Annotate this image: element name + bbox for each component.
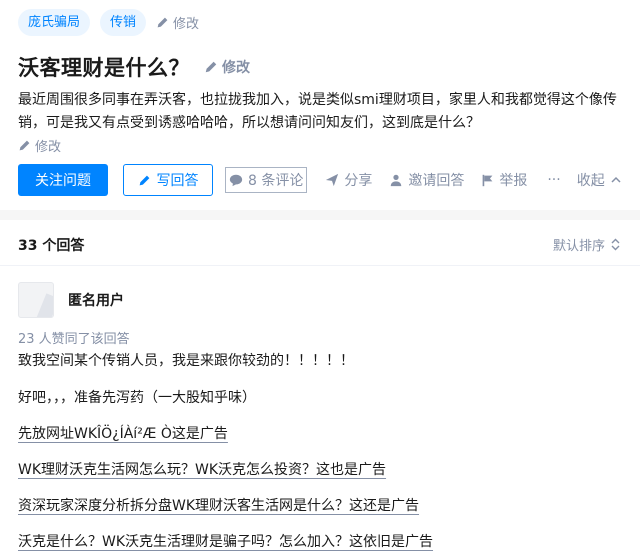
share-icon <box>326 173 339 187</box>
answers-header: 33 个回答 默认排序 <box>0 220 640 266</box>
person-plus-icon <box>391 174 402 187</box>
answer-link-line[interactable]: 先放网址WKÎÖ¿ÍÀí²Æ Ò这是广告 <box>18 423 228 443</box>
question-card: 庞氏骗局 传销 修改 沃客理财是什么？ 修改 最近周围很多同事在弄沃客，也拉拢我… <box>0 0 640 210</box>
comment-icon <box>229 174 243 187</box>
share-button[interactable]: 分享 <box>325 170 372 190</box>
edit-title-button[interactable]: 修改 <box>204 57 250 77</box>
edit-detail-label: 修改 <box>35 140 62 155</box>
report-label: 举报 <box>499 173 528 189</box>
edit-topics-button[interactable]: 修改 <box>156 13 199 32</box>
question-title-row: 沃客理财是什么？ 修改 <box>18 52 250 82</box>
collapse-button[interactable]: 收起 <box>577 170 621 190</box>
chevron-up-icon <box>611 176 621 183</box>
pencil-icon <box>139 175 149 185</box>
sort-label: 默认排序 <box>552 239 605 254</box>
pencil-icon <box>205 61 217 73</box>
follow-question-button[interactable]: 关注问题 <box>18 164 108 196</box>
topic-tag-ponzi[interactable]: 庞氏骗局 <box>18 9 91 36</box>
question-title: 沃客理财是什么？ <box>18 56 190 80</box>
collapse-label: 收起 <box>576 173 605 189</box>
question-actions: 关注问题 写回答 8 条评论 分享 邀请回答 举报 ··· 收起 <box>18 164 628 196</box>
vote-count: 23 人赞同了该回答 <box>18 332 130 347</box>
flag-icon <box>482 174 493 186</box>
answer-count: 33 个回答 <box>18 238 85 254</box>
sort-chevrons-icon <box>611 238 620 251</box>
edit-title-label: 修改 <box>222 60 250 76</box>
topic-list: 庞氏骗局 传销 修改 <box>18 9 199 36</box>
invite-answer-label: 邀请回答 <box>408 173 465 189</box>
author-name: 匿名用户 <box>68 293 124 309</box>
more-button[interactable]: ··· <box>547 172 560 188</box>
write-answer-button[interactable]: 写回答 <box>123 164 213 196</box>
sort-button[interactable]: 默认排序 <box>553 235 620 254</box>
edit-topics-label: 修改 <box>173 17 200 32</box>
comments-label: 8 条评论 <box>248 173 304 189</box>
share-label: 分享 <box>344 173 373 189</box>
section-divider <box>0 210 640 220</box>
answer-link-line[interactable]: 沃克是什么？WK沃克生活理财是骗子吗？怎么加入？这依旧是广告 <box>18 531 433 551</box>
report-button[interactable]: 举报 <box>481 170 527 190</box>
pencil-icon <box>157 17 168 28</box>
edit-detail-button[interactable]: 修改 <box>18 136 61 155</box>
answer-link-line[interactable]: 资深玩家深度分析拆分盘WK理财沃客生活网是什么？这还是广告 <box>18 495 419 515</box>
question-detail: 最近周围很多同事在弄沃客，也拉拢我加入，说是类似smi理财项目，家里人和我都觉得… <box>18 92 617 131</box>
answer-link-line[interactable]: WK理财沃克生活网怎么玩？WK沃克怎么投资？这也是广告 <box>18 459 386 479</box>
avatar <box>18 282 54 318</box>
topic-tag-pyramid[interactable]: 传销 <box>100 9 147 36</box>
answer-line: 致我空间某个传销人员，我是来跟你较劲的！！！！！ <box>18 353 354 369</box>
invite-answer-button[interactable]: 邀请回答 <box>389 170 464 190</box>
answer-author: 匿名用户 <box>18 282 124 318</box>
answer-line: 好吧，，，准备先泻药（一大股知乎味） <box>18 390 256 406</box>
comments-button[interactable]: 8 条评论 <box>225 167 308 193</box>
write-answer-label: 写回答 <box>156 173 199 189</box>
pencil-icon <box>19 140 30 151</box>
